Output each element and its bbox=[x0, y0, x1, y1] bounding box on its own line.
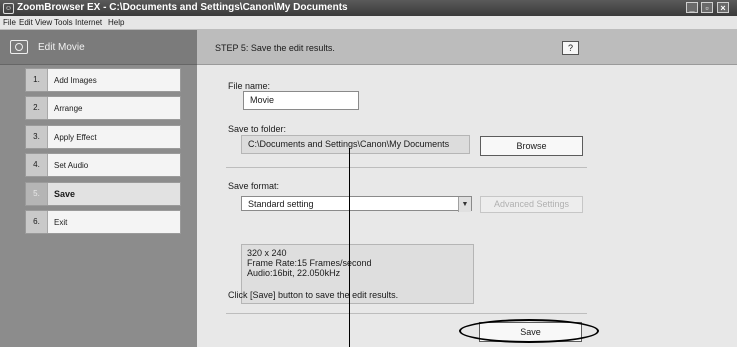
minimize-button[interactable]: _ bbox=[686, 2, 698, 13]
menu-edit[interactable]: Edit bbox=[19, 18, 33, 27]
step-label: Arrange bbox=[54, 104, 83, 113]
step-exit[interactable]: 6. Exit bbox=[25, 210, 181, 234]
step-number: 3. bbox=[26, 126, 48, 148]
file-name-input[interactable]: Movie bbox=[243, 91, 359, 110]
close-button[interactable]: × bbox=[717, 2, 729, 13]
divider bbox=[226, 313, 587, 314]
step-add-images[interactable]: 1. Add Images bbox=[25, 68, 181, 92]
menu-internet[interactable]: Internet bbox=[75, 18, 102, 27]
browse-button[interactable]: Browse bbox=[480, 136, 583, 156]
callout-line bbox=[349, 148, 350, 347]
title-bar: ☺ ZoomBrowser EX - C:\Documents and Sett… bbox=[0, 0, 737, 16]
step-number: 2. bbox=[26, 97, 48, 119]
step-number: 1. bbox=[26, 69, 48, 91]
maximize-button[interactable]: ▫ bbox=[701, 2, 713, 13]
mode-title: Edit Movie bbox=[38, 42, 85, 53]
step-label: Save bbox=[54, 189, 76, 199]
step-set-audio[interactable]: 4. Set Audio bbox=[25, 153, 181, 177]
menu-file[interactable]: File bbox=[3, 18, 16, 27]
step-number: 4. bbox=[26, 154, 48, 176]
step-label: Exit bbox=[54, 218, 68, 227]
save-folder-field: C:\Documents and Settings\Canon\My Docum… bbox=[241, 135, 470, 154]
step-save[interactable]: 5. Save bbox=[25, 182, 181, 206]
step-label: Set Audio bbox=[54, 161, 89, 170]
save-format-select[interactable]: Standard setting ▼ bbox=[241, 196, 472, 212]
step-title: STEP 5: Save the edit results. bbox=[215, 43, 335, 53]
menu-bar: File Edit View Tools Internet Help bbox=[0, 16, 737, 30]
menu-tools[interactable]: Tools bbox=[54, 18, 73, 27]
detail-audio: Audio:16bit, 22.050kHz bbox=[247, 268, 341, 278]
chevron-down-icon[interactable]: ▼ bbox=[458, 197, 471, 212]
detail-frame-rate: Frame Rate:15 Frames/second bbox=[247, 258, 372, 268]
advanced-settings-button: Advanced Settings bbox=[480, 196, 583, 213]
step-arrange[interactable]: 2. Arrange bbox=[25, 96, 181, 120]
help-button[interactable]: ? bbox=[562, 41, 579, 55]
divider bbox=[226, 167, 587, 168]
step-number: 5. bbox=[26, 183, 48, 205]
step-label: Apply Effect bbox=[54, 133, 97, 142]
save-panel: STEP 5: Save the edit results. ? File na… bbox=[197, 30, 737, 347]
step-label: Add Images bbox=[54, 76, 97, 85]
callout-ellipse bbox=[459, 319, 599, 343]
step-header: STEP 5: Save the edit results. ? bbox=[197, 30, 737, 65]
app-icon: ☺ bbox=[3, 3, 14, 14]
save-instruction: Click [Save] button to save the edit res… bbox=[228, 290, 399, 300]
sidebar-header: Edit Movie bbox=[0, 30, 197, 65]
step-apply-effect[interactable]: 3. Apply Effect bbox=[25, 125, 181, 149]
menu-help[interactable]: Help bbox=[108, 18, 124, 27]
detail-resolution: 320 x 240 bbox=[247, 248, 287, 258]
step-number: 6. bbox=[26, 211, 48, 233]
file-name-label: File name: bbox=[228, 81, 271, 91]
save-folder-label: Save to folder: bbox=[228, 124, 287, 134]
menu-view[interactable]: View bbox=[35, 18, 52, 27]
task-sidebar: Edit Movie 1. Add Images 2. Arrange 3. A… bbox=[0, 30, 197, 347]
camera-icon bbox=[10, 40, 28, 54]
save-format-label: Save format: bbox=[228, 181, 280, 191]
save-format-value: Standard setting bbox=[248, 199, 314, 209]
window-title: ZoomBrowser EX - C:\Documents and Settin… bbox=[17, 2, 348, 13]
